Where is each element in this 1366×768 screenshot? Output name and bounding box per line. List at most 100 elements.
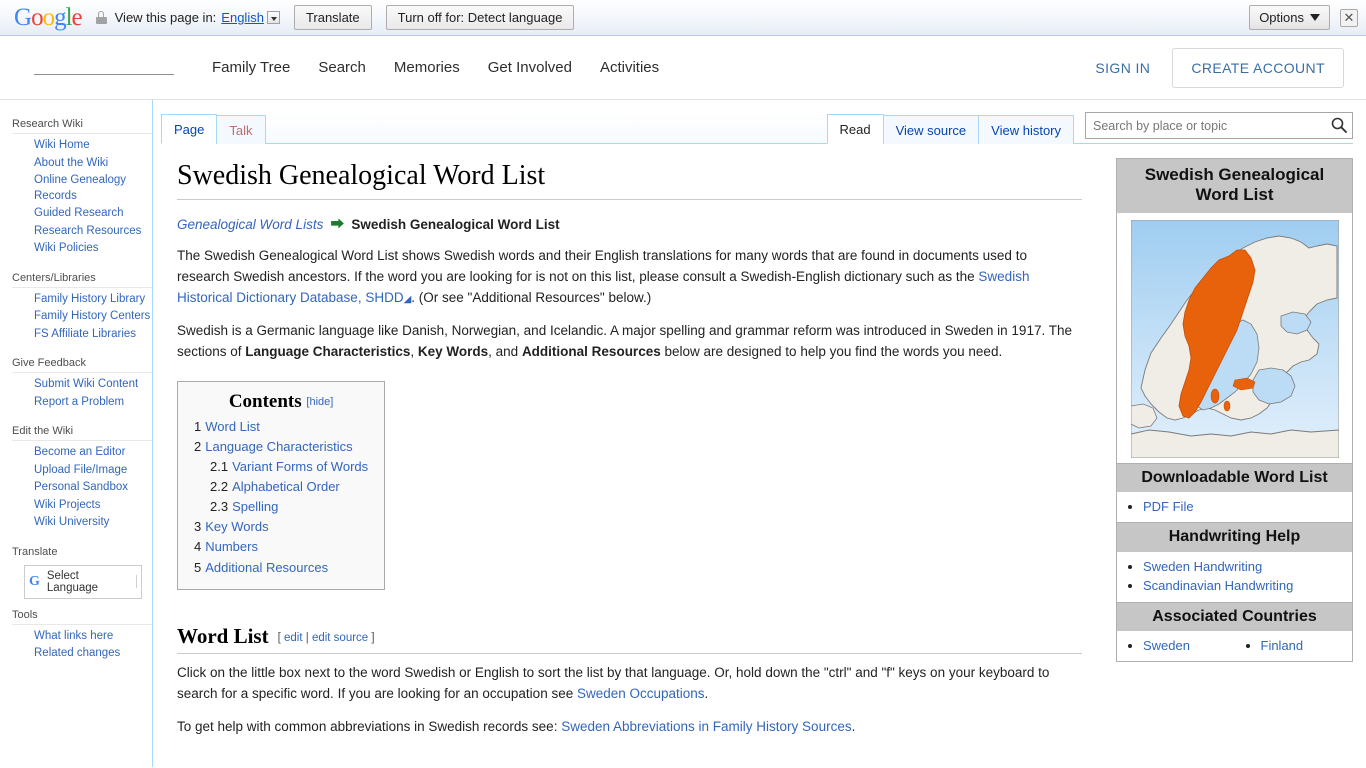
toc-link-key-words[interactable]: Key Words [205, 519, 268, 534]
sidebar-item-wiki-policies[interactable]: Wiki Policies [12, 240, 152, 258]
toc-link-numbers[interactable]: Numbers [205, 539, 258, 554]
chevron-down-icon[interactable] [266, 11, 280, 24]
sidebar-link-family-history-centers[interactable]: Family History Centers [34, 310, 150, 322]
sweden-link[interactable]: Sweden [1143, 638, 1190, 653]
toc-link-spelling[interactable]: Spelling [232, 499, 278, 514]
sidebar-link-wiki-policies[interactable]: Wiki Policies [34, 242, 99, 254]
sidebar-link-wiki-home[interactable]: Wiki Home [34, 139, 90, 151]
infobox-heading-downloadable-word-list: Downloadable Word List [1117, 462, 1352, 492]
sidebar-item-personal-sandbox[interactable]: Personal Sandbox [12, 479, 152, 497]
finland-link[interactable]: Finland [1261, 638, 1304, 653]
search-icon[interactable] [1330, 116, 1348, 134]
tab-talk[interactable]: Talk [216, 115, 266, 144]
sidebar-link-family-history-library[interactable]: Family History Library [34, 293, 145, 305]
sign-in-link[interactable]: SIGN IN [1095, 60, 1150, 76]
sidebar-item-online-genealogy-records[interactable]: Online Genealogy Records [12, 172, 152, 205]
toc-item[interactable]: 3 Key Words [194, 517, 368, 537]
toc-item[interactable]: 2 Language Characteristics [194, 437, 368, 457]
sidebar-item-upload-file-image[interactable]: Upload File/Image [12, 462, 152, 480]
sidebar-link-wiki-projects[interactable]: Wiki Projects [34, 499, 100, 511]
sidebar-item-guided-research[interactable]: Guided Research [12, 205, 152, 223]
tab-page[interactable]: Page [161, 114, 218, 144]
edit-link[interactable]: edit [284, 632, 303, 644]
edit-source-link[interactable]: edit source [312, 632, 368, 644]
sidebar-item-fs-affiliate-libraries[interactable]: FS Affiliate Libraries [12, 326, 152, 344]
sidebar-link-report-a-problem[interactable]: Report a Problem [34, 396, 124, 408]
toc-hide-toggle[interactable]: [hide] [306, 396, 333, 408]
sidebar-link-wiki-university[interactable]: Wiki University [34, 516, 109, 528]
nav-item-family-tree[interactable]: Family Tree [212, 59, 290, 76]
tab-read[interactable]: Read [826, 114, 884, 144]
scandinavian-handwriting-link[interactable]: Scandinavian Handwriting [1143, 578, 1293, 593]
nav-item-memories[interactable]: Memories [394, 59, 460, 76]
toc-item[interactable]: 2.1 Variant Forms of Words [194, 457, 368, 477]
sidebar-item-become-an-editor[interactable]: Become an Editor [12, 444, 152, 462]
search-input[interactable] [1085, 112, 1353, 139]
sidebar-item-submit-wiki-content[interactable]: Submit Wiki Content [12, 376, 152, 394]
toc-item[interactable]: 2.2 Alphabetical Order [194, 477, 368, 497]
select-language-label: Select Language [46, 569, 99, 594]
toc-item[interactable]: 4 Numbers [194, 537, 368, 557]
nav-item-search[interactable]: Search [318, 59, 366, 76]
toc-link-word-list[interactable]: Word List [205, 419, 260, 434]
sidebar-item-family-history-centers[interactable]: Family History Centers [12, 308, 152, 326]
turn-off-translation-button[interactable]: Turn off for: Detect language [385, 5, 575, 30]
nav-item-activities[interactable]: Activities [600, 59, 659, 76]
sidebar-list-research-wiki: Wiki Home About the Wiki Online Genealog… [12, 133, 152, 262]
sidebar-link-related-changes[interactable]: Related changes [34, 647, 120, 659]
sidebar-link-about-the-wiki[interactable]: About the Wiki [34, 157, 108, 169]
sidebar-item-research-resources[interactable]: Research Resources [12, 223, 152, 241]
sidebar-item-report-a-problem[interactable]: Report a Problem [12, 394, 152, 412]
toc-item[interactable]: 2.3 Spelling [194, 497, 368, 517]
sidebar-link-personal-sandbox[interactable]: Personal Sandbox [34, 481, 128, 493]
tab-page-label[interactable]: Page [174, 122, 204, 137]
tab-view-source-label[interactable]: View source [896, 123, 967, 138]
sweden-abbreviations-link[interactable]: Sweden Abbreviations in Family History S… [561, 719, 851, 734]
translate-options-button[interactable]: Options [1249, 5, 1330, 30]
familysearch-logo[interactable] [34, 74, 174, 75]
sidebar-link-fs-affiliate-libraries[interactable]: FS Affiliate Libraries [34, 328, 136, 340]
list-item[interactable]: Scandinavian Handwriting [1143, 576, 1346, 596]
sidebar-item-wiki-projects[interactable]: Wiki Projects [12, 497, 152, 515]
create-account-button[interactable]: CREATE ACCOUNT [1172, 47, 1344, 88]
tab-view-history[interactable]: View history [978, 115, 1074, 144]
list-item[interactable]: Finland [1261, 636, 1353, 656]
sidebar-link-guided-research[interactable]: Guided Research [34, 207, 124, 219]
toc-link-alphabetical-order[interactable]: Alphabetical Order [232, 479, 340, 494]
sidebar-item-what-links-here[interactable]: What links here [12, 628, 152, 646]
intro-paragraph-2: Swedish is a Germanic language like Dani… [177, 321, 1082, 363]
sidebar-item-wiki-home[interactable]: Wiki Home [12, 137, 152, 155]
pdf-file-link[interactable]: PDF File [1143, 499, 1194, 514]
sidebar-link-upload-file-image[interactable]: Upload File/Image [34, 464, 127, 476]
sidebar-item-related-changes[interactable]: Related changes [12, 645, 152, 663]
translate-button[interactable]: Translate [293, 5, 372, 30]
tab-read-label[interactable]: Read [840, 122, 871, 137]
toc-item[interactable]: 1 Word List [194, 417, 368, 437]
sidebar-item-about-the-wiki[interactable]: About the Wiki [12, 155, 152, 173]
sweden-handwriting-link[interactable]: Sweden Handwriting [1143, 559, 1262, 574]
sidebar-link-online-genealogy-records[interactable]: Online Genealogy Records [34, 174, 126, 202]
sidebar-link-research-resources[interactable]: Research Resources [34, 225, 141, 237]
tab-view-source[interactable]: View source [882, 115, 980, 144]
toc-link-variant-forms-of-words[interactable]: Variant Forms of Words [232, 459, 368, 474]
toc-link-language-characteristics[interactable]: Language Characteristics [205, 439, 352, 454]
sweden-map-image[interactable] [1130, 219, 1339, 458]
tab-view-history-label[interactable]: View history [991, 123, 1061, 138]
list-item[interactable]: Sweden Handwriting [1143, 557, 1346, 577]
tab-talk-label[interactable]: Talk [229, 123, 252, 138]
sidebar-item-wiki-university[interactable]: Wiki University [12, 514, 152, 532]
breadcrumb-parent-link[interactable]: Genealogical Word Lists [177, 217, 323, 232]
list-item[interactable]: PDF File [1143, 497, 1346, 517]
close-icon[interactable]: ✕ [1340, 8, 1358, 27]
translate-language-link[interactable]: English [221, 10, 264, 25]
sidebar-item-family-history-library[interactable]: Family History Library [12, 291, 152, 309]
list-item[interactable]: Sweden [1143, 636, 1235, 656]
toc-link-additional-resources[interactable]: Additional Resources [205, 560, 328, 575]
sidebar-link-what-links-here[interactable]: What links here [34, 630, 113, 642]
sidebar-link-submit-wiki-content[interactable]: Submit Wiki Content [34, 378, 138, 390]
toc-item[interactable]: 5 Additional Resources [194, 558, 368, 578]
sidebar-link-become-an-editor[interactable]: Become an Editor [34, 446, 125, 458]
select-language-widget[interactable]: G Select Language [24, 564, 142, 599]
sweden-occupations-link[interactable]: Sweden Occupations [577, 686, 705, 701]
nav-item-get-involved[interactable]: Get Involved [488, 59, 572, 76]
